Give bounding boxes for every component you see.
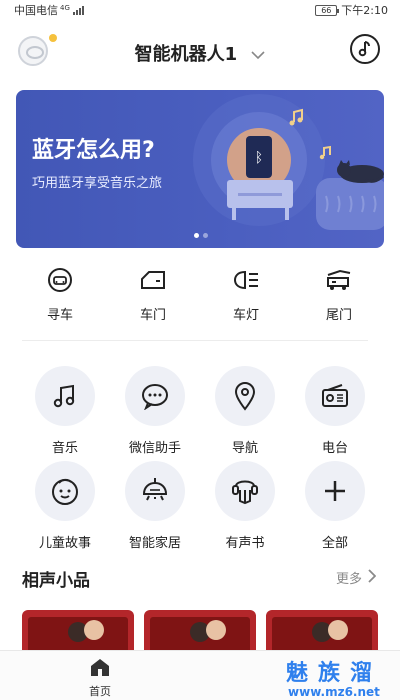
section-title: 相声小品 (22, 571, 90, 591)
promo-banner[interactable]: 蓝牙怎么用? 巧用蓝牙享受音乐之旅 ᛒ (16, 90, 384, 248)
plus-icon (305, 461, 365, 521)
feature-label: 有声书 (225, 536, 265, 551)
car-door-icon (123, 266, 183, 294)
quick-find-car[interactable]: 寻车 (30, 266, 90, 323)
battery-icon: 66 (315, 4, 340, 16)
radio-icon (305, 366, 365, 426)
more-link[interactable]: 更多 (335, 568, 377, 587)
chat-bubble-icon (125, 366, 185, 426)
carrier-name: 中国电信 (14, 4, 58, 17)
divider (22, 340, 368, 341)
quick-actions: 寻车 车门 车灯 尾门 (0, 266, 400, 330)
music-note-icon[interactable] (350, 34, 380, 64)
feature-label: 儿童故事 (38, 536, 91, 551)
feature-kids-story[interactable]: 儿童故事 (25, 461, 105, 551)
status-bar: 中国电信 4G 66 下午2:10 (0, 0, 400, 18)
signal-icon (72, 5, 84, 15)
more-label: 更多 (335, 572, 362, 587)
feature-radio[interactable]: 电台 (295, 366, 375, 456)
feature-music[interactable]: 音乐 (25, 366, 105, 456)
ceiling-lamp-icon (125, 461, 185, 521)
quick-label: 车灯 (232, 308, 259, 323)
device-name: 智能机器人1 (134, 44, 238, 65)
feature-wechat[interactable]: 微信助手 (115, 366, 195, 456)
chevron-down-icon (251, 44, 265, 65)
watermark-url: www.mz6.net (288, 685, 380, 699)
watermark-text: 魅族溜 (285, 661, 382, 686)
car-front-icon (30, 266, 90, 294)
feature-label: 导航 (231, 441, 258, 456)
status-right: 66 下午2:10 (315, 2, 388, 18)
location-pin-icon (215, 366, 275, 426)
quick-car-door[interactable]: 车门 (123, 266, 183, 323)
crosstalk-cards (0, 610, 400, 652)
network-type: 4G (60, 3, 70, 12)
content-card[interactable] (22, 610, 134, 652)
banner-illustration: ᛒ (193, 94, 384, 230)
tab-home[interactable]: 首页 (76, 657, 124, 699)
watermark: 魅族溜 www.mz6.net (286, 655, 382, 699)
child-face-icon (35, 461, 95, 521)
chevron-right-icon (368, 568, 377, 587)
music-icon (35, 366, 95, 426)
svg-text:ᛒ: ᛒ (255, 150, 263, 166)
feature-label: 智能家居 (128, 536, 181, 551)
feature-smart-home[interactable]: 智能家居 (115, 461, 195, 551)
quick-label: 车门 (139, 308, 166, 323)
feature-label: 电台 (321, 441, 348, 456)
feature-all[interactable]: 全部 (295, 461, 375, 551)
feature-label: 微信助手 (128, 441, 181, 456)
headlight-icon (216, 266, 276, 294)
feature-label: 音乐 (51, 441, 78, 456)
status-left: 中国电信 4G (14, 2, 84, 18)
clock: 下午2:10 (341, 4, 388, 17)
app-header: 智能机器人1 (0, 28, 400, 72)
content-card[interactable] (144, 610, 256, 652)
banner-title: 蓝牙怎么用? (32, 138, 155, 163)
feature-audiobook[interactable]: 有声书 (205, 461, 285, 551)
content-card[interactable] (266, 610, 378, 652)
quick-trunk[interactable]: 尾门 (309, 266, 369, 323)
feature-navigation[interactable]: 导航 (205, 366, 285, 456)
trunk-icon (309, 266, 369, 294)
audiobook-icon (215, 461, 275, 521)
quick-label: 尾门 (325, 308, 352, 323)
bottom-nav: 首页 魅族溜 www.mz6.net (0, 650, 400, 700)
quick-label: 寻车 (46, 308, 73, 323)
tab-home-label: 首页 (89, 685, 111, 698)
banner-subtitle: 巧用蓝牙享受音乐之旅 (32, 176, 163, 191)
device-selector[interactable]: 智能机器人1 (0, 40, 400, 66)
feature-label: 全部 (321, 536, 348, 551)
quick-headlight[interactable]: 车灯 (216, 266, 276, 323)
home-icon (91, 659, 109, 676)
carousel-dots (194, 233, 208, 238)
